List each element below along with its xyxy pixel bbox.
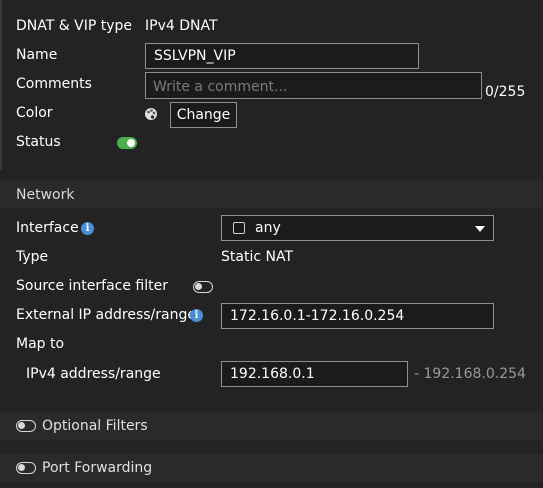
optional-filters-section[interactable]: Optional Filters: [0, 412, 543, 440]
ipv4-range-end: - 192.168.0.254: [414, 366, 526, 382]
toggle-knob: [18, 464, 25, 471]
port-forwarding-section[interactable]: Port Forwarding: [0, 454, 543, 482]
change-color-button[interactable]: Change: [170, 102, 237, 128]
ipv4-range-input[interactable]: [221, 361, 408, 387]
interface-icon: [233, 222, 245, 234]
comments-counter: 0/255: [485, 84, 526, 100]
map-to-label: Map to: [16, 336, 65, 352]
status-label: Status: [16, 134, 61, 150]
toggle-knob: [195, 283, 202, 290]
interface-label: Interface: [16, 220, 79, 236]
toggle-knob: [18, 422, 25, 429]
palette-icon: [144, 107, 158, 121]
type-label: Type: [16, 249, 49, 265]
status-toggle[interactable]: [117, 137, 137, 149]
source-interface-filter-label: Source interface filter: [16, 278, 168, 294]
color-label: Color: [16, 105, 53, 121]
comments-textarea[interactable]: [145, 72, 482, 99]
interface-select[interactable]: any: [221, 215, 494, 241]
source-interface-filter-toggle[interactable]: [193, 281, 213, 293]
network-section-header: Network: [0, 180, 543, 208]
name-label: Name: [16, 47, 58, 63]
interface-info-icon[interactable]: i: [81, 222, 94, 235]
ipv4-range-label: IPv4 address/range: [26, 366, 161, 382]
toggle-knob: [127, 139, 135, 147]
external-ip-label: External IP address/range: [16, 307, 196, 323]
type-value: Static NAT: [221, 249, 293, 265]
optional-filters-label: Optional Filters: [42, 418, 148, 434]
external-ip-info-icon[interactable]: i: [190, 309, 203, 322]
name-input[interactable]: [145, 43, 419, 69]
optional-filters-toggle[interactable]: [16, 420, 36, 432]
network-header-label: Network: [16, 187, 75, 203]
port-forwarding-label: Port Forwarding: [42, 460, 153, 476]
dnat-vip-type-label: DNAT & VIP type: [16, 18, 132, 34]
interface-value: any: [255, 220, 281, 236]
panel-left-border: [0, 0, 2, 170]
external-ip-input[interactable]: [221, 303, 494, 329]
port-forwarding-toggle[interactable]: [16, 462, 36, 474]
dnat-vip-type-value: IPv4 DNAT: [145, 18, 218, 34]
chevron-down-icon: [475, 226, 485, 232]
comments-label: Comments: [16, 76, 92, 92]
